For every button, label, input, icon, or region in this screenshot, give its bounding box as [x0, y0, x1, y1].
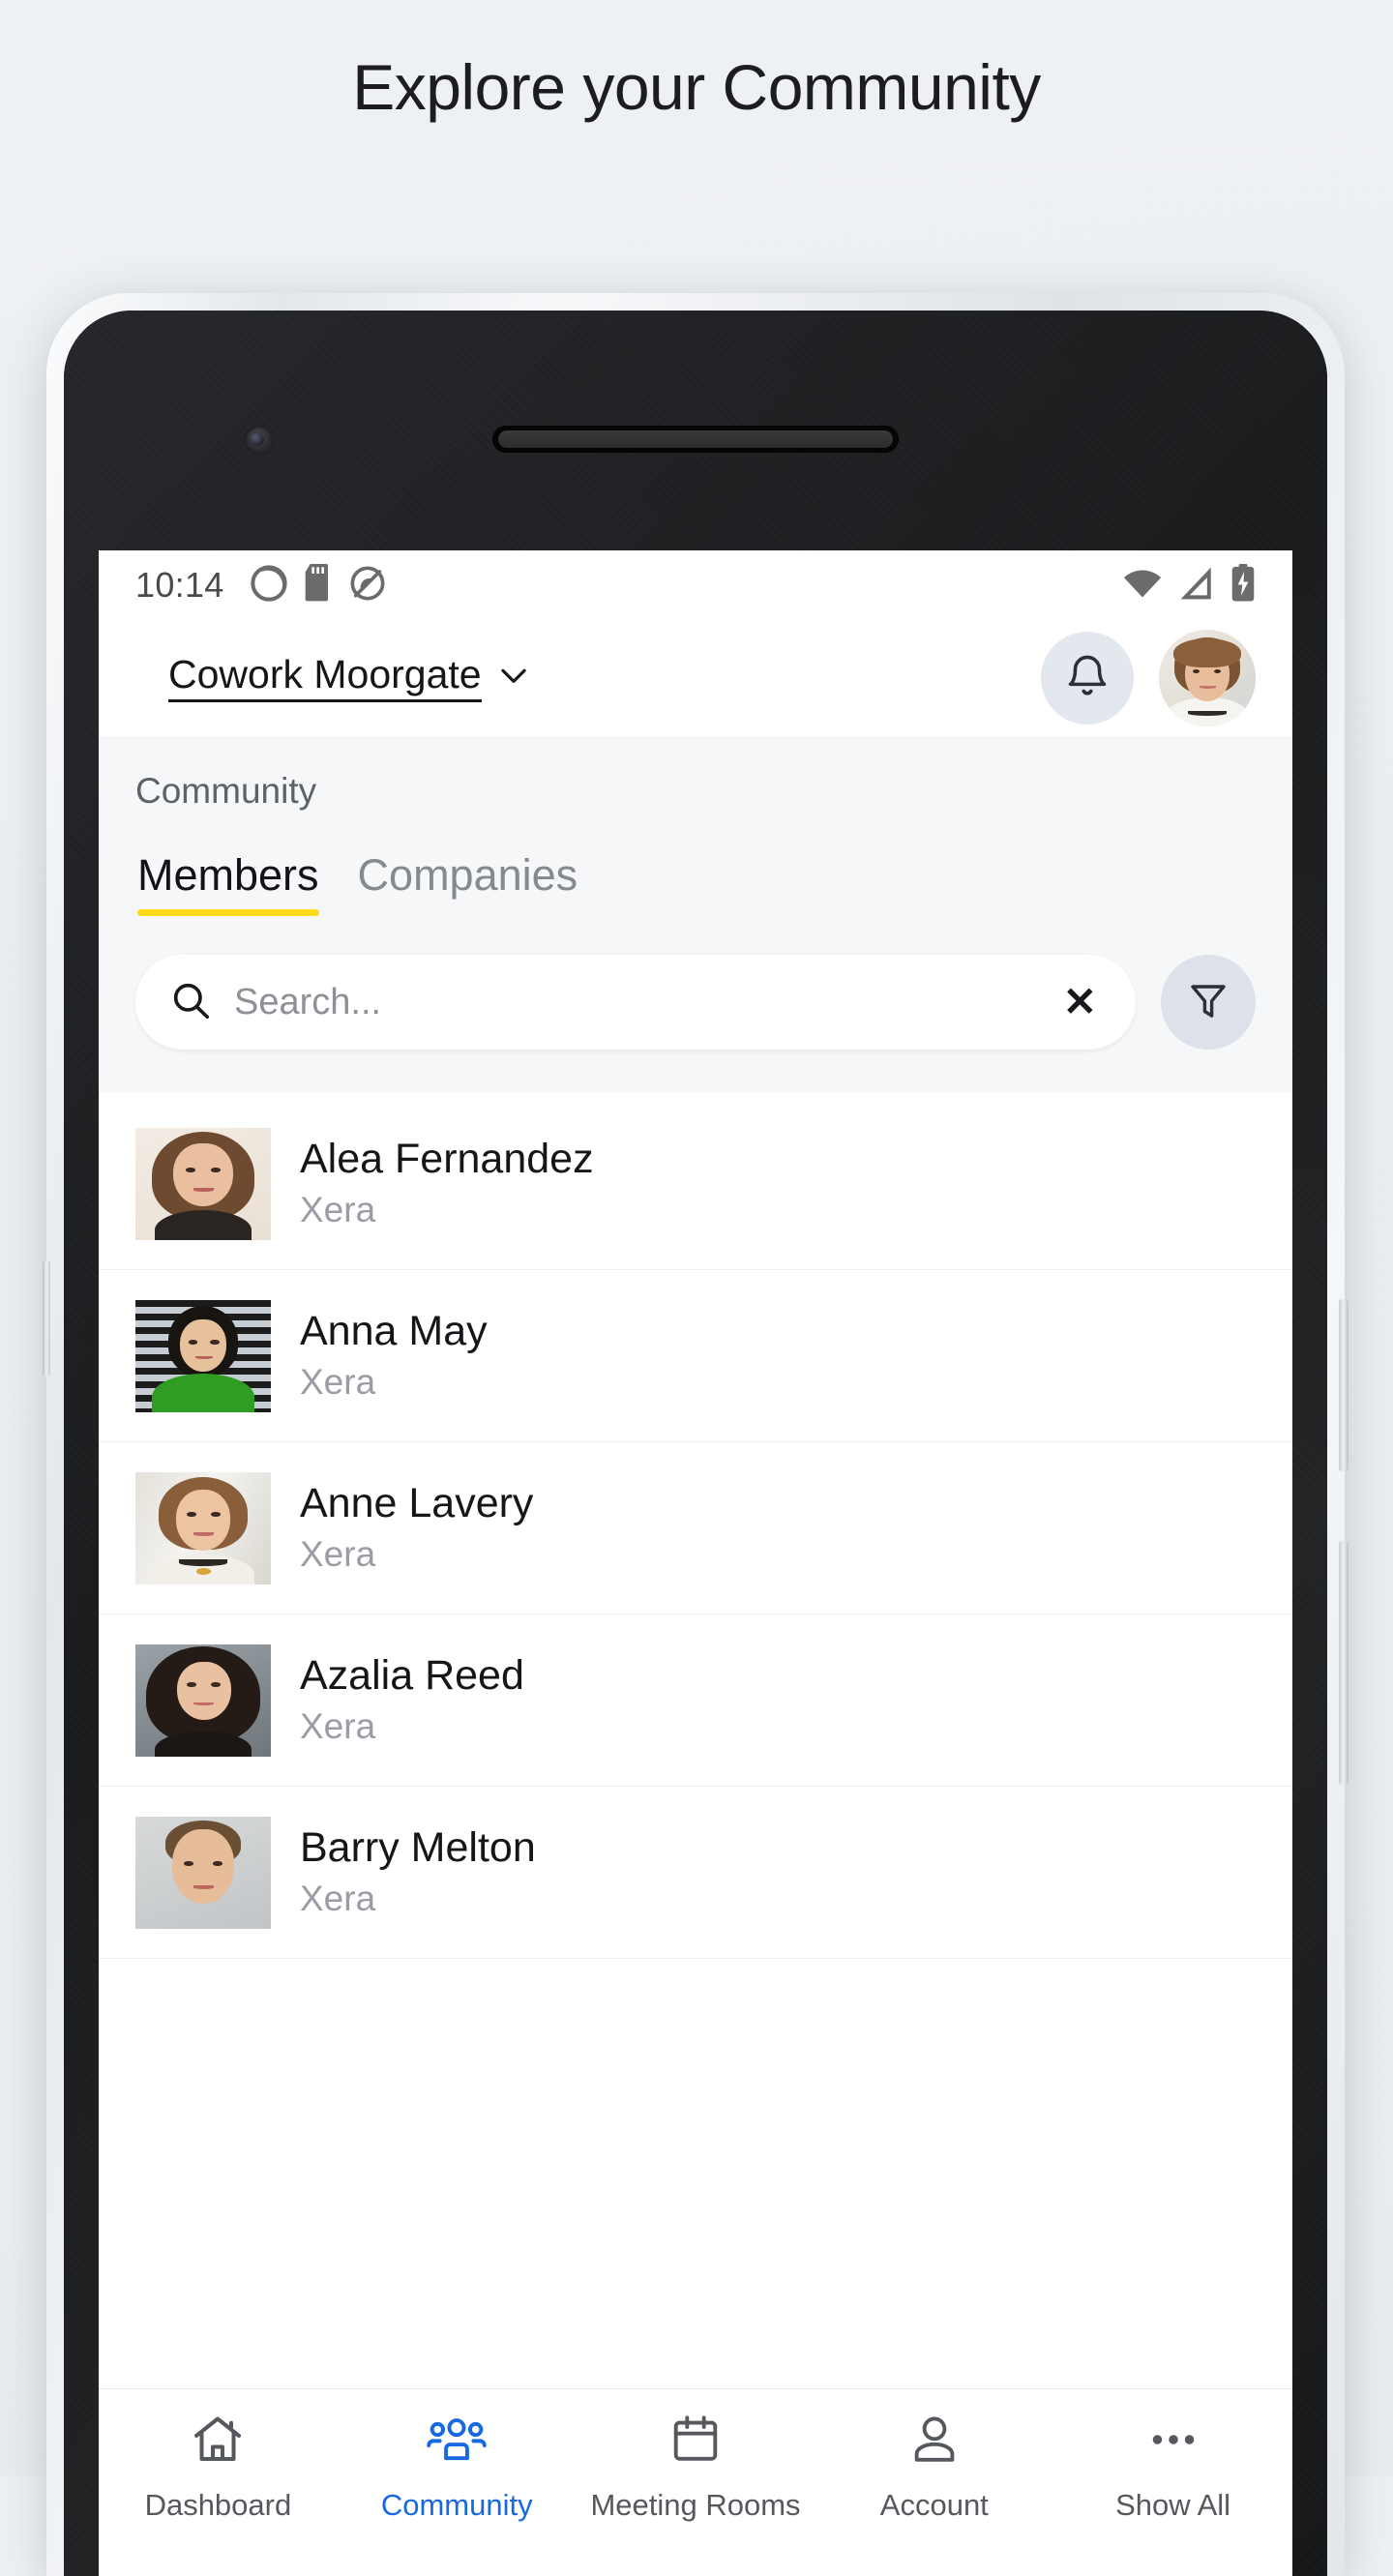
- table-row[interactable]: Azalia Reed Xera: [99, 1614, 1292, 1787]
- people-group-icon: [426, 2411, 488, 2473]
- member-name: Anne Lavery: [300, 1480, 534, 1526]
- member-name: Azalia Reed: [300, 1652, 524, 1699]
- tab-members[interactable]: Members: [137, 850, 319, 916]
- member-list[interactable]: Alea Fernandez Xera Anna May Xera Anne L…: [99, 1092, 1292, 2388]
- member-avatar: [135, 1471, 271, 1584]
- member-name: Barry Melton: [300, 1824, 536, 1871]
- community-section-header: Community Members Companies Search... ✕: [99, 736, 1292, 1092]
- phone-volume-button: [1339, 1299, 1349, 1471]
- member-avatar: [135, 1816, 271, 1929]
- notifications-button[interactable]: [1041, 632, 1134, 725]
- phone-left-button: [43, 1260, 50, 1377]
- nav-item-dashboard[interactable]: Dashboard: [99, 2411, 338, 2524]
- member-avatar: [135, 1643, 271, 1757]
- member-company: Xera: [300, 1189, 376, 1229]
- close-icon[interactable]: ✕: [1057, 982, 1103, 1022]
- filter-button[interactable]: [1161, 955, 1256, 1050]
- calendar-icon: [667, 2411, 724, 2473]
- filter-funnel-icon: [1185, 977, 1231, 1028]
- location-selector[interactable]: Cowork Moorgate: [168, 654, 532, 702]
- table-row[interactable]: Anna May Xera: [99, 1270, 1292, 1442]
- nav-item-account[interactable]: Account: [815, 2411, 1053, 2524]
- earpiece-speaker: [492, 426, 899, 453]
- front-camera-icon: [244, 425, 275, 456]
- member-name: Alea Fernandez: [300, 1136, 594, 1182]
- member-company: Xera: [300, 1361, 376, 1402]
- nav-item-community[interactable]: Community: [338, 2411, 577, 2524]
- member-company: Xera: [300, 1705, 376, 1746]
- nav-item-show-all[interactable]: Show All: [1053, 2411, 1292, 2524]
- phone-bezel: 10:14 Cowork Moorgate Community Members …: [64, 311, 1327, 2576]
- shutter-icon: [250, 564, 288, 607]
- chevron-down-icon: [495, 657, 532, 698]
- community-tabs: Members Companies: [135, 850, 1256, 916]
- person-icon: [906, 2411, 963, 2473]
- cellular-signal-icon: [1178, 566, 1215, 606]
- table-row[interactable]: Anne Lavery Xera: [99, 1442, 1292, 1614]
- status-time: 10:14: [135, 565, 224, 605]
- nav-label: Account: [879, 2488, 989, 2522]
- do-not-disturb-icon: [348, 564, 387, 607]
- bottom-navigation: Dashboard Community Meeting Rooms Accoun…: [99, 2388, 1292, 2576]
- location-name: Cowork Moorgate: [168, 654, 482, 702]
- search-input[interactable]: Search... ✕: [135, 955, 1136, 1050]
- nav-label: Dashboard: [144, 2488, 292, 2522]
- bell-icon: [1063, 652, 1111, 705]
- ellipsis-icon: [1143, 2411, 1203, 2473]
- app-screen: 10:14 Cowork Moorgate Community Members …: [99, 550, 1292, 2576]
- home-icon: [189, 2411, 247, 2473]
- battery-charging-icon: [1230, 563, 1256, 607]
- nav-label: Show All: [1115, 2488, 1231, 2522]
- nav-label: Meeting Rooms: [590, 2488, 801, 2522]
- page-title: Explore your Community: [352, 51, 1041, 123]
- avatar[interactable]: [1159, 630, 1256, 726]
- nav-item-meeting-rooms[interactable]: Meeting Rooms: [577, 2411, 815, 2524]
- phone-mockup: 10:14 Cowork Moorgate Community Members …: [43, 293, 1349, 2576]
- table-row[interactable]: Alea Fernandez Xera: [99, 1098, 1292, 1270]
- app-header: Cowork Moorgate: [99, 620, 1292, 736]
- nav-label: Community: [380, 2488, 533, 2522]
- member-name: Anna May: [300, 1308, 488, 1354]
- member-avatar: [135, 1299, 271, 1412]
- wifi-icon: [1122, 567, 1163, 605]
- member-avatar: [135, 1127, 271, 1240]
- sd-card-icon: [304, 563, 333, 607]
- status-bar: 10:14: [99, 550, 1292, 620]
- tab-companies[interactable]: Companies: [358, 850, 578, 916]
- member-company: Xera: [300, 1878, 376, 1918]
- member-company: Xera: [300, 1533, 376, 1574]
- phone-power-button: [1339, 1541, 1349, 1785]
- search-icon: [168, 978, 213, 1027]
- table-row[interactable]: Barry Melton Xera: [99, 1787, 1292, 1959]
- search-row: Search... ✕: [135, 916, 1256, 1092]
- search-placeholder: Search...: [234, 981, 382, 1022]
- section-label: Community: [135, 771, 317, 811]
